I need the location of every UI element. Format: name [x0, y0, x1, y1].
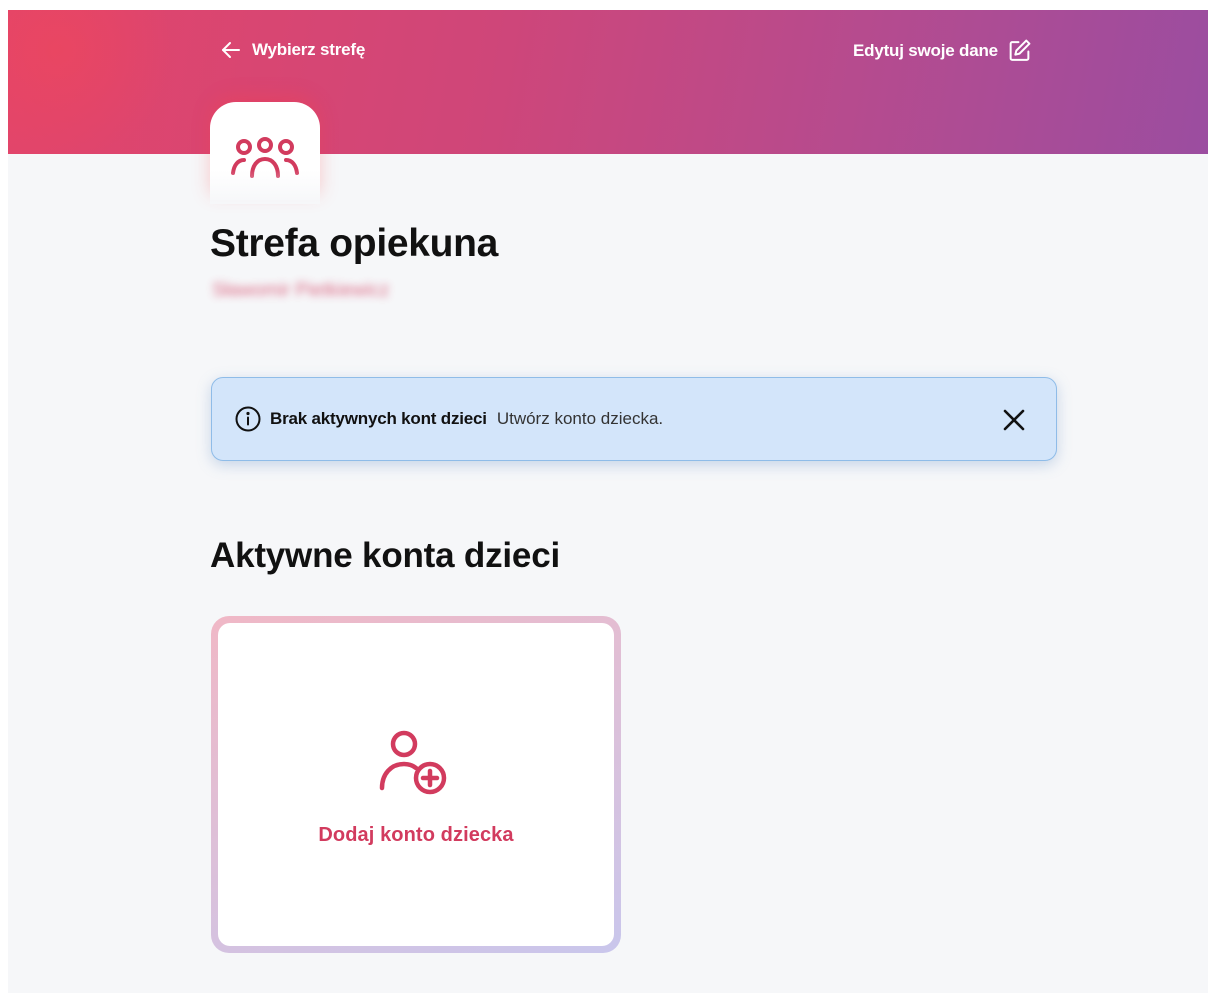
info-icon — [235, 406, 261, 432]
back-to-zone-select-link[interactable]: Wybierz strefę — [219, 38, 365, 62]
edit-icon — [1009, 39, 1031, 61]
tile-fade — [210, 170, 320, 204]
header-glow — [8, 10, 188, 150]
section-title: Aktywne konta dzieci — [210, 536, 560, 575]
page-title: Strefa opiekuna — [210, 222, 499, 265]
alert-title: Brak aktywnych kont dzieci — [270, 409, 487, 428]
user-name: Sławomir Pietkiewicz — [212, 280, 390, 301]
page-frame: Wybierz strefę Edytuj swoje dane Strefa … — [8, 10, 1208, 993]
header-banner — [8, 10, 1208, 154]
close-icon[interactable] — [1000, 406, 1028, 434]
arrow-left-icon — [222, 42, 240, 58]
add-child-account-card[interactable]: Dodaj konto dziecka — [211, 616, 621, 953]
add-child-label: Dodaj konto dziecka — [318, 824, 514, 846]
info-alert: Brak aktywnych kont dzieci Utwórz konto … — [211, 377, 1057, 461]
edit-link-label: Edytuj swoje dane — [853, 40, 998, 60]
edit-profile-link[interactable]: Edytuj swoje dane — [853, 38, 1032, 63]
alert-text: Utwórz konto dziecka. — [496, 409, 664, 428]
back-link-label: Wybierz strefę — [252, 40, 366, 59]
user-plus-icon — [379, 730, 447, 795]
add-card-body: Dodaj konto dziecka — [218, 623, 614, 946]
